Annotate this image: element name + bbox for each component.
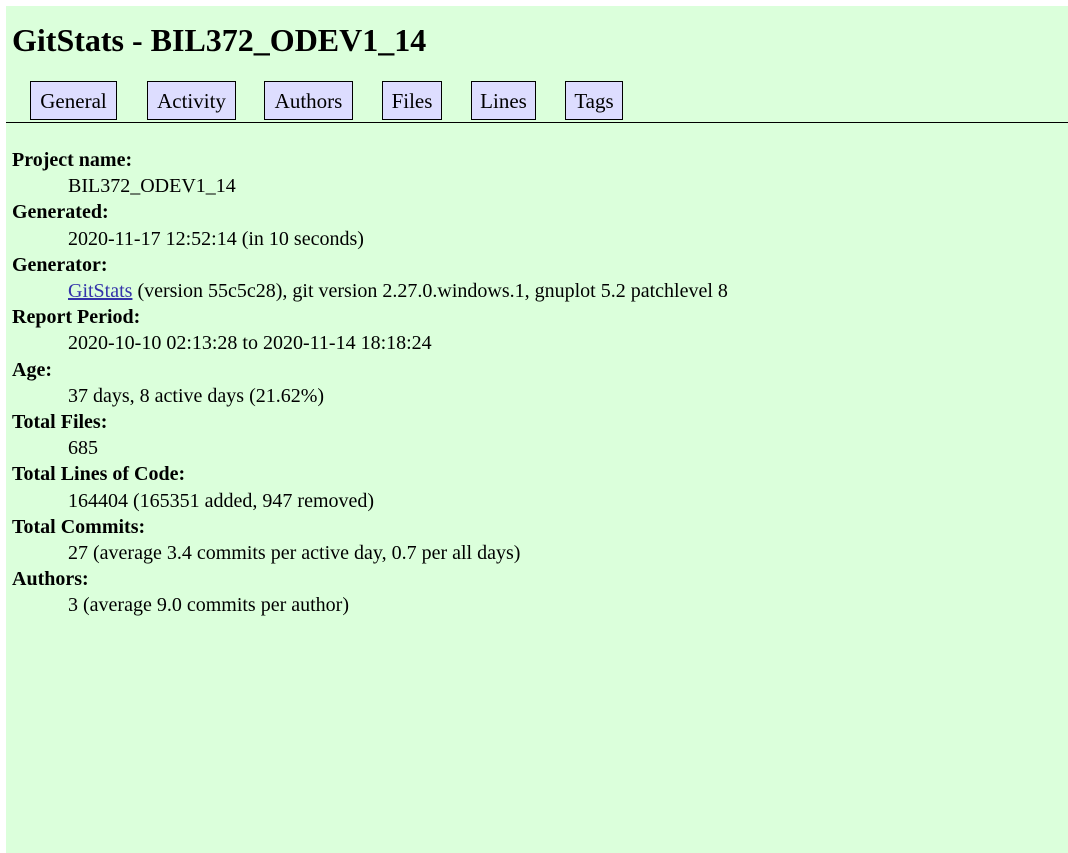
page-body: GitStats - BIL372_ODEV1_14 General Activ…	[6, 6, 1068, 853]
tab-general[interactable]: General	[30, 81, 117, 120]
generated-label: Generated:	[12, 201, 109, 224]
generator-details: (version 55c5c28), git version 2.27.0.wi…	[132, 280, 728, 303]
total-files-label: Total Files:	[12, 411, 108, 434]
total-commits-label: Total Commits:	[12, 515, 146, 538]
stats-list: Project name: BIL372_ODEV1_14 Generated:…	[12, 147, 1052, 619]
authors-label: Authors:	[12, 568, 89, 591]
generated-value: 2020-11-17 12:52:14 (in 10 seconds)	[68, 227, 364, 250]
authors-value: 3 (average 9.0 commits per author)	[68, 594, 350, 617]
tab-authors[interactable]: Authors	[264, 81, 353, 120]
project-name-value: BIL372_ODEV1_14	[68, 175, 236, 198]
nav-bar: General Activity Authors Files Lines Tag…	[6, 78, 1068, 123]
report-period-label: Report Period:	[12, 306, 141, 329]
page-title: GitStats - BIL372_ODEV1_14	[12, 22, 427, 58]
age-value: 37 days, 8 active days (21.62%)	[68, 384, 325, 407]
total-commits-value: 27 (average 3.4 commits per active day, …	[68, 542, 521, 565]
age-label: Age:	[12, 358, 52, 381]
project-name-label: Project name:	[12, 149, 133, 171]
total-lines-value: 164404 (165351 added, 947 removed)	[68, 489, 375, 512]
tab-lines[interactable]: Lines	[471, 81, 536, 120]
gitstats-link[interactable]: GitStats	[68, 280, 132, 302]
tab-activity[interactable]: Activity	[147, 81, 236, 120]
tab-tags[interactable]: Tags	[565, 81, 623, 120]
report-period-value: 2020-10-10 02:13:28 to 2020-11-14 18:18:…	[68, 332, 432, 355]
generator-value: GitStats (version 55c5c28), git version …	[68, 278, 1052, 304]
total-lines-label: Total Lines of Code:	[12, 463, 186, 486]
generator-label: Generator:	[12, 253, 108, 276]
total-files-value: 685	[68, 437, 98, 460]
tab-files[interactable]: Files	[382, 81, 442, 120]
